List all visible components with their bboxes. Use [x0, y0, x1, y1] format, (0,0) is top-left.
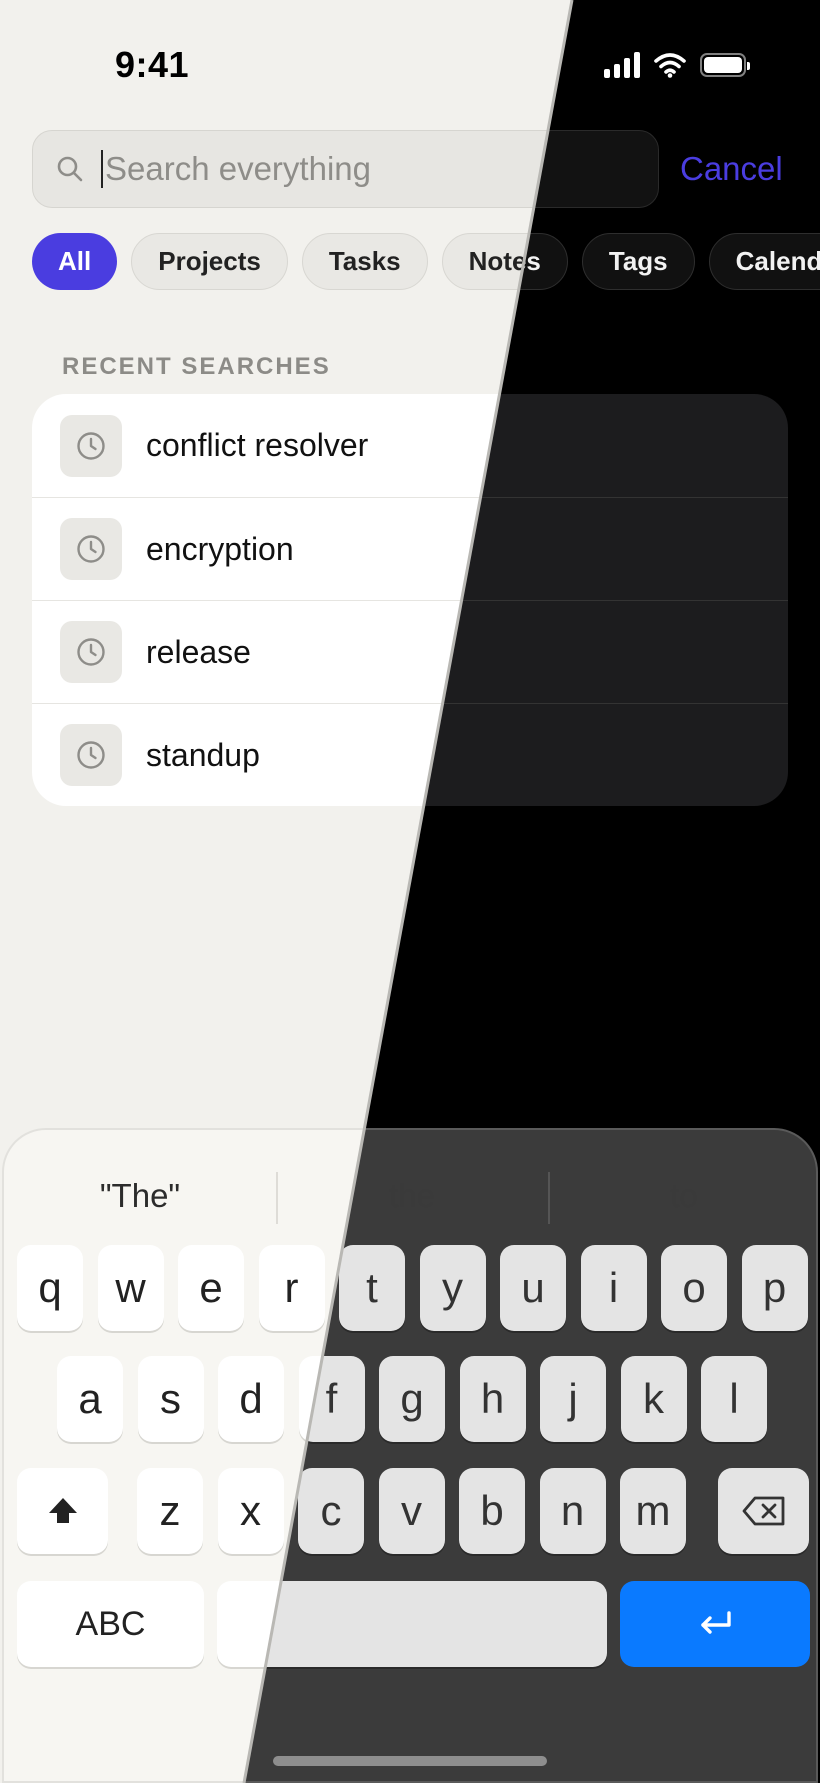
key-n[interactable]: n [539, 1468, 606, 1554]
backspace-key[interactable] [718, 1468, 809, 1554]
filter-chip-tags[interactable]: Tags [581, 233, 695, 290]
text-cursor [101, 150, 103, 188]
key-e[interactable]: e [178, 1245, 244, 1331]
key-m[interactable]: m [620, 1468, 686, 1554]
cellular-signal-icon [604, 52, 640, 78]
wifi-icon [654, 53, 686, 78]
abc-key[interactable]: ABC [17, 1581, 204, 1667]
key-q[interactable]: q [17, 1245, 83, 1331]
search-icon [57, 156, 83, 182]
recent-search-label: standup [146, 736, 260, 773]
filter-chip-calendar[interactable]: Calendar [708, 233, 820, 290]
backspace-icon [742, 1496, 784, 1526]
clock-icon [60, 414, 122, 477]
key-d[interactable]: d [218, 1356, 284, 1442]
key-a[interactable]: a [57, 1356, 123, 1442]
key-p[interactable]: p [741, 1245, 808, 1331]
clock-icon [60, 621, 122, 683]
key-h[interactable]: h [459, 1356, 526, 1442]
key-z[interactable]: z [137, 1468, 203, 1554]
status-icons [604, 52, 750, 78]
shift-icon [48, 1498, 77, 1523]
key-o[interactable]: o [661, 1245, 727, 1331]
recent-searches-heading: RECENT SEARCHES [62, 353, 331, 380]
key-g[interactable]: g [379, 1356, 445, 1442]
key-y[interactable]: y [419, 1245, 486, 1331]
key-x[interactable]: x [217, 1468, 284, 1554]
cancel-button[interactable]: Cancel [680, 150, 783, 188]
recent-search-label: conflict resolver [146, 427, 369, 463]
key-k[interactable]: k [620, 1356, 687, 1442]
suggestion-1[interactable]: "The" [4, 1166, 276, 1226]
key-b[interactable]: b [459, 1468, 525, 1554]
recent-search-label: encryption [146, 530, 294, 567]
battery-icon [700, 53, 750, 77]
filter-chip-all[interactable]: All [32, 233, 118, 290]
key-t[interactable]: t [339, 1245, 405, 1331]
key-l[interactable]: l [701, 1356, 767, 1442]
key-j[interactable]: j [540, 1356, 606, 1442]
key-s[interactable]: s [137, 1356, 204, 1442]
key-w[interactable]: w [97, 1245, 164, 1331]
search-input[interactable] [105, 144, 572, 194]
clock-icon [60, 518, 122, 580]
filter-chip-tasks[interactable]: Tasks [301, 233, 428, 290]
key-v[interactable]: v [378, 1468, 445, 1554]
status-time: 9:41 [115, 44, 190, 85]
key-c[interactable]: c [298, 1468, 364, 1554]
clock-icon [60, 724, 122, 786]
key-u[interactable]: u [500, 1245, 566, 1331]
home-indicator [273, 1756, 547, 1766]
key-r[interactable]: r [258, 1245, 325, 1331]
key-i[interactable]: i [580, 1245, 647, 1331]
return-icon [701, 1611, 731, 1634]
suggestion-3[interactable]: to [548, 1166, 820, 1226]
recent-search-label: release [146, 633, 251, 670]
filter-chip-projects[interactable]: Projects [131, 233, 288, 290]
shift-key[interactable] [17, 1468, 108, 1554]
return-key[interactable] [620, 1581, 810, 1667]
